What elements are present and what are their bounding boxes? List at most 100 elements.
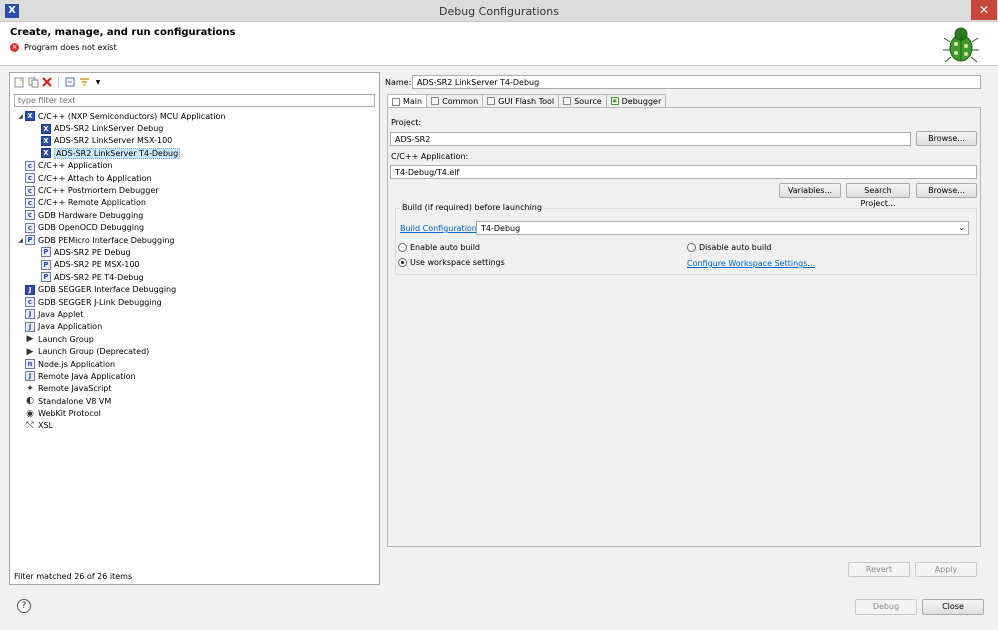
tree-item[interactable]: X ADS-SR2 LinkServer Debug bbox=[10, 122, 379, 134]
tree-item[interactable]: ⤲ XSL bbox=[10, 420, 379, 432]
tree-item[interactable]: ◐ Standalone V8 VM bbox=[10, 395, 379, 407]
use-workspace-settings-radio[interactable]: Use workspace settings bbox=[398, 258, 505, 267]
pe-config-icon: P bbox=[41, 259, 51, 270]
tree-item[interactable]: J Remote Java Application bbox=[10, 370, 379, 382]
tree-item-label: C/C++ (NXP Semiconductors) MCU Applicati… bbox=[38, 111, 226, 121]
tree-item[interactable]: J Java Applet bbox=[10, 308, 379, 320]
configure-workspace-settings-link[interactable]: Configure Workspace Settings... bbox=[687, 259, 815, 268]
tree-item[interactable]: c GDB Hardware Debugging bbox=[10, 209, 379, 221]
tab-common[interactable]: Common bbox=[426, 94, 484, 107]
tree-item[interactable]: ◢ P GDB PEMicro Interface Debugging bbox=[10, 234, 379, 246]
collapse-all-icon[interactable] bbox=[64, 76, 76, 88]
mcu-config-icon: X bbox=[41, 148, 51, 159]
tab-debugger[interactable]: ✱ Debugger bbox=[605, 94, 667, 107]
tab-common-label: Common bbox=[442, 96, 479, 106]
variables-button[interactable]: Variables... bbox=[779, 183, 841, 198]
tree-item[interactable]: J Java Application bbox=[10, 321, 379, 333]
pe-config-icon: P bbox=[41, 272, 51, 283]
tree-item-label: GDB Hardware Debugging bbox=[38, 210, 144, 220]
mcu-config-icon: X bbox=[41, 123, 51, 134]
duplicate-icon[interactable] bbox=[27, 76, 39, 88]
apply-button[interactable]: Apply bbox=[915, 562, 977, 577]
tree-item-label: WebKit Protocol bbox=[38, 409, 101, 419]
tree-item[interactable]: n Node.js Application bbox=[10, 358, 379, 370]
new-config-icon[interactable] bbox=[13, 76, 25, 88]
expand-toggle-icon[interactable]: ◢ bbox=[16, 237, 25, 244]
segger-icon: J bbox=[25, 284, 35, 295]
project-browse-button[interactable]: Browse... bbox=[916, 131, 977, 146]
name-field[interactable]: ADS-SR2 LinkServer T4-Debug bbox=[412, 75, 981, 89]
dialog-header: Create, manage, and run configurations ×… bbox=[0, 22, 998, 66]
configuration-editor: Name: ADS-SR2 LinkServer T4-Debug Main C… bbox=[384, 72, 988, 585]
webkit-icon: ◉ bbox=[26, 408, 34, 419]
tree-item[interactable]: X ADS-SR2 LinkServer T4-Debug bbox=[10, 147, 379, 159]
tree-item[interactable]: ▶ Launch Group bbox=[10, 333, 379, 345]
nodejs-icon: n bbox=[25, 359, 35, 369]
tree-item-label: XSL bbox=[38, 421, 54, 431]
tree-item-label: GDB PEMicro Interface Debugging bbox=[38, 235, 175, 245]
tree-item[interactable]: c GDB OpenOCD Debugging bbox=[10, 222, 379, 234]
tree-item[interactable]: X ADS-SR2 LinkServer MSX-100 bbox=[10, 135, 379, 147]
project-field[interactable]: ADS-SR2 bbox=[390, 132, 911, 146]
main-tab-icon bbox=[392, 97, 400, 106]
enable-auto-build-radio[interactable]: Enable auto build bbox=[398, 243, 480, 252]
tab-gui-flash-tool-label: GUI Flash Tool bbox=[498, 96, 555, 106]
build-group-title: Build (if required) before launching bbox=[400, 203, 544, 212]
tree-item-label: Java Applet bbox=[38, 309, 84, 319]
disable-auto-build-label: Disable auto build bbox=[699, 243, 772, 252]
tree-item[interactable]: c GDB SEGGER J-Link Debugging bbox=[10, 296, 379, 308]
tree-item-label: GDB SEGGER J-Link Debugging bbox=[38, 297, 162, 307]
dropdown-arrow-icon[interactable]: ▼ bbox=[92, 76, 104, 88]
close-button[interactable]: Close bbox=[922, 599, 984, 615]
enable-auto-build-radio-circle bbox=[398, 243, 407, 252]
project-label: Project: bbox=[391, 118, 422, 127]
tree-item-label: Launch Group (Deprecated) bbox=[38, 347, 150, 357]
expand-toggle-icon[interactable]: ◢ bbox=[16, 113, 25, 120]
bug-icon bbox=[943, 27, 979, 63]
filter-icon[interactable] bbox=[78, 76, 90, 88]
build-configuration-select[interactable]: T4-Debug ⌄ bbox=[476, 221, 969, 235]
tree-item[interactable]: ✦ Remote JavaScript bbox=[10, 383, 379, 395]
tree-item[interactable]: P ADS-SR2 PE MSX-100 bbox=[10, 259, 379, 271]
tree-item[interactable]: J GDB SEGGER Interface Debugging bbox=[10, 283, 379, 295]
remote-js-icon: ✦ bbox=[26, 383, 34, 394]
revert-button[interactable]: Revert bbox=[848, 562, 910, 577]
build-configuration-link[interactable]: Build Configuration: bbox=[400, 224, 480, 233]
application-browse-button[interactable]: Browse... bbox=[916, 183, 977, 198]
window-title: Debug Configurations bbox=[438, 5, 559, 18]
tree-item[interactable]: c C/C++ Remote Application bbox=[10, 197, 379, 209]
c-attach-icon: c bbox=[25, 173, 35, 184]
tree-item-label: ADS-SR2 LinkServer MSX-100 bbox=[54, 136, 173, 146]
mcu-app-icon: X bbox=[25, 111, 35, 122]
delete-icon[interactable] bbox=[41, 76, 53, 88]
tree-item[interactable]: c C/C++ Attach to Application bbox=[10, 172, 379, 184]
tree-item[interactable]: c C/C++ Application bbox=[10, 160, 379, 172]
xsl-icon: ⤲ bbox=[26, 420, 34, 431]
debug-button[interactable]: Debug bbox=[855, 599, 917, 615]
tab-source[interactable]: Source bbox=[558, 94, 607, 107]
tab-source-label: Source bbox=[574, 96, 602, 106]
disable-auto-build-radio[interactable]: Disable auto build bbox=[687, 243, 771, 252]
application-field[interactable]: T4-Debug/T4.elf bbox=[390, 165, 977, 179]
tree-item[interactable]: ◢ X C/C++ (NXP Semiconductors) MCU Applica… bbox=[10, 110, 379, 122]
c-postmortem-icon: c bbox=[25, 185, 35, 196]
v8-icon: ◐ bbox=[26, 396, 34, 407]
tree-item[interactable]: P ADS-SR2 PE Debug bbox=[10, 246, 379, 258]
tree-item[interactable]: c C/C++ Postmortem Debugger bbox=[10, 184, 379, 196]
search-project-button[interactable]: Search Project... bbox=[846, 183, 910, 208]
tree-toolbar: ▼ bbox=[13, 75, 104, 89]
tab-main[interactable]: Main bbox=[387, 94, 428, 108]
main-tab-body: Project: ADS-SR2 Browse... C/C++ Applica… bbox=[387, 107, 981, 547]
error-message: × Program does not exist bbox=[10, 43, 117, 52]
help-icon[interactable]: ? bbox=[17, 599, 31, 613]
window-close-button[interactable]: ✕ bbox=[971, 0, 997, 20]
gdb-hw-icon: c bbox=[25, 210, 35, 221]
tab-gui-flash-tool[interactable]: GUI Flash Tool bbox=[482, 94, 560, 107]
tree-item-label: ADS-SR2 LinkServer Debug bbox=[54, 124, 164, 134]
tree-item[interactable]: ◉ WebKit Protocol bbox=[10, 407, 379, 419]
launch-group-icon: ▶ bbox=[26, 334, 34, 345]
tree-item[interactable]: P ADS-SR2 PE T4-Debug bbox=[10, 271, 379, 283]
mcu-config-icon: X bbox=[41, 135, 51, 146]
filter-input[interactable] bbox=[14, 94, 375, 107]
tree-item[interactable]: ▶ Launch Group (Deprecated) bbox=[10, 345, 379, 357]
